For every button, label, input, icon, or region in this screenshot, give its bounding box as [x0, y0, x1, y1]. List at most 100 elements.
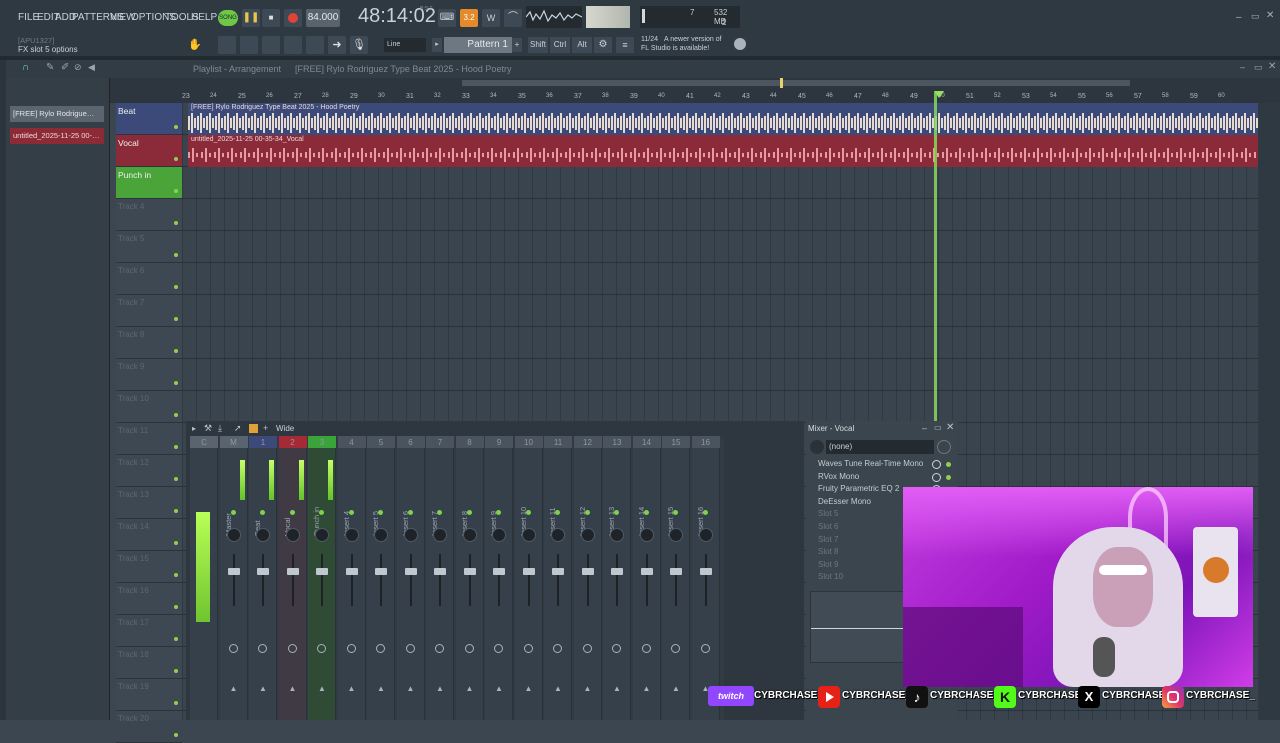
route-arrow-icon[interactable]: ▲ — [525, 684, 533, 693]
strip-enable-led[interactable] — [496, 510, 501, 515]
track-header[interactable]: Track 18 — [116, 647, 182, 679]
volume-fader[interactable] — [262, 554, 264, 606]
track-mute-led[interactable] — [174, 125, 178, 129]
strip-enable-led[interactable] — [348, 510, 354, 515]
pause-button[interactable]: ❚❚ — [242, 9, 260, 27]
pan-knob[interactable] — [551, 528, 565, 542]
track-mute-led[interactable] — [174, 253, 178, 257]
mixer-strip[interactable]: 11 Insert 11 ▲ — [544, 436, 572, 720]
mixer-strip[interactable]: 1 Beat ▲ — [249, 436, 277, 720]
song-mode-toggle[interactable]: SONG — [218, 10, 238, 26]
mic-icon[interactable]: 🎙 — [350, 36, 368, 54]
fader-handle[interactable] — [699, 568, 712, 575]
send-switch[interactable] — [287, 644, 297, 653]
mixer-strip[interactable]: 15 Insert 15 ▲ — [662, 436, 690, 720]
countdown-button[interactable]: 3.2 — [460, 9, 478, 27]
mixer-strip[interactable]: M Master ▲ — [219, 436, 248, 720]
timeline-ruler[interactable]: 23 24 25 26 27 28 29 30 31 32 33 34 35 36 37 38 39 40 41 42… — [110, 78, 1280, 103]
fader-handle[interactable] — [375, 568, 387, 575]
track-mute-led[interactable] — [174, 189, 178, 193]
route-arrow-icon[interactable]: ▲ — [230, 684, 238, 693]
mixer-strip[interactable]: 13 Insert 13 ▲ — [603, 436, 631, 720]
strip-enable-led[interactable] — [584, 510, 590, 515]
strip-enable-led[interactable] — [230, 510, 236, 515]
send-switch[interactable] — [523, 644, 533, 653]
slot-enable-led[interactable] — [946, 474, 951, 480]
effect-slot[interactable]: Slot 6 — [818, 522, 838, 531]
track-mute-led[interactable] — [174, 509, 178, 513]
route-arrow-icon[interactable]: ▲ — [436, 684, 444, 693]
send-switch[interactable] — [464, 644, 474, 653]
mixer-button[interactable] — [284, 36, 302, 54]
volume-fader[interactable] — [409, 554, 412, 606]
volume-fader[interactable] — [675, 554, 677, 606]
snap-selector[interactable]: Line — [384, 38, 426, 52]
mixer-add-icon[interactable]: + — [263, 423, 268, 433]
playlist-vscroll[interactable] — [1258, 103, 1280, 720]
fader-handle[interactable] — [286, 568, 299, 575]
pan-knob[interactable] — [698, 528, 713, 542]
panel-maximize-button[interactable]: ▭ — [934, 423, 942, 432]
mixer-strip[interactable]: 9 Insert 9 ▲ — [485, 436, 513, 720]
fader-handle[interactable] — [257, 568, 269, 575]
track-header[interactable]: Punch in — [116, 167, 182, 199]
audio-clip-vocal[interactable]: untitled_2025-11-25 00-35-34_Vocal — [188, 135, 1258, 167]
playlist-button[interactable] — [218, 36, 236, 54]
fader-handle[interactable] — [552, 568, 564, 575]
pan-knob[interactable] — [226, 528, 241, 542]
route-arrow-icon[interactable]: ▲ — [643, 684, 651, 693]
track-mute-led[interactable] — [174, 701, 178, 705]
send-switch[interactable] — [671, 644, 680, 653]
mixer-strip[interactable]: 16 Insert 16 ▲ — [691, 436, 720, 720]
effect-slot[interactable]: Fruity Parametric EQ 2 — [818, 484, 899, 493]
playhead[interactable] — [934, 92, 937, 422]
playlist-minimize-button[interactable]: – — [1240, 62, 1245, 72]
fader-handle[interactable] — [316, 568, 328, 575]
track-header[interactable]: Vocal — [116, 135, 182, 167]
mixer-strip[interactable]: 5 Insert 5 ▲ — [367, 436, 395, 720]
strip-enable-led[interactable] — [260, 510, 265, 515]
shift-modifier-button[interactable]: Shift — [528, 37, 548, 53]
track-mute-led[interactable] — [174, 317, 178, 321]
volume-fader[interactable] — [704, 554, 707, 606]
send-switch[interactable] — [641, 644, 651, 653]
delete-tool-icon[interactable]: ⊘ — [74, 62, 82, 73]
track-mute-led[interactable] — [174, 477, 178, 481]
route-arrow-icon[interactable]: ▲ — [318, 684, 326, 693]
pan-knob[interactable] — [462, 528, 477, 542]
effect-slot[interactable]: Slot 8 — [818, 547, 838, 556]
mixer-save-icon[interactable]: ⤓ — [218, 423, 222, 434]
menu-file[interactable]: FILE — [18, 12, 39, 23]
fader-handle[interactable] — [611, 568, 623, 575]
fader-handle[interactable] — [463, 568, 476, 575]
piano-roll-button[interactable] — [240, 36, 258, 54]
effect-slot[interactable]: Slot 10 — [818, 572, 843, 581]
typing-keyboard-button[interactable]: ⌨ — [438, 9, 456, 27]
route-arrow-icon[interactable]: ▲ — [289, 684, 297, 693]
track-header[interactable]: Track 16 — [116, 583, 182, 615]
track-header[interactable]: Track 10 — [116, 391, 182, 423]
volume-fader[interactable] — [498, 554, 500, 606]
strip-enable-led[interactable] — [319, 510, 324, 515]
track-header[interactable]: Track 5 — [116, 231, 182, 263]
fader-handle[interactable] — [670, 568, 682, 575]
send-switch[interactable] — [317, 644, 326, 653]
pan-knob[interactable] — [669, 528, 683, 542]
mixer-strip[interactable]: 14 Insert 14 ▲ — [632, 436, 661, 720]
track-header[interactable]: Track 6 — [116, 263, 182, 295]
browser-item[interactable]: untitled_2025-11-25 00-… — [10, 128, 104, 144]
mixer-view-mode[interactable]: Wide — [276, 424, 294, 433]
track-header[interactable]: Track 8 — [116, 327, 182, 359]
hand-icon[interactable]: ✋ — [188, 38, 202, 52]
mute-tool-icon[interactable]: ◀ — [88, 62, 95, 73]
playlist-maximize-button[interactable]: ▭ — [1254, 62, 1263, 73]
slot-enable-led[interactable] — [946, 462, 951, 467]
track-header[interactable]: Track 15 — [116, 551, 182, 583]
track-mute-led[interactable] — [174, 445, 178, 449]
strip-enable-led[interactable] — [673, 510, 678, 515]
track-header[interactable]: Track 19 — [116, 679, 182, 711]
track-header[interactable]: Track 9 — [116, 359, 182, 391]
effect-slot[interactable]: RVox Mono — [818, 472, 859, 481]
strip-enable-led[interactable] — [555, 510, 560, 515]
mixer-strip[interactable]: 4 Insert 4 ▲ — [337, 436, 366, 720]
